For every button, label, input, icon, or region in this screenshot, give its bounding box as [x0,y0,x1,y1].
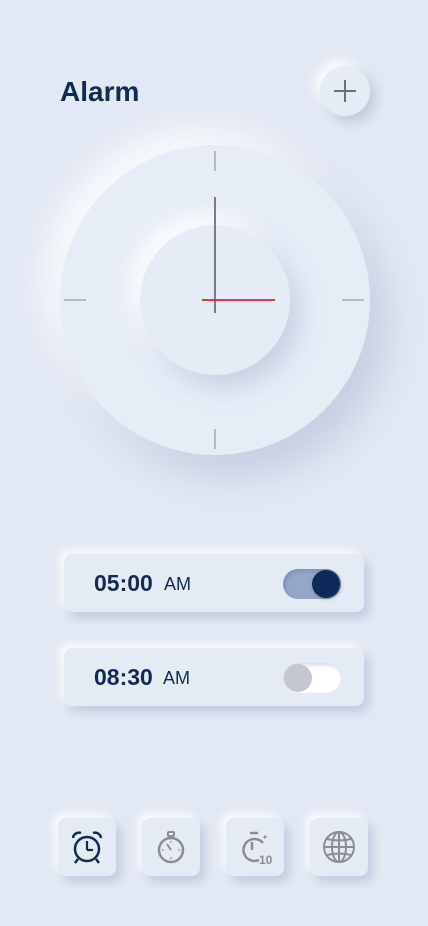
timer-icon: 10 [242,831,273,865]
globe-icon [323,831,355,863]
alarm-clock-icon [71,831,103,864]
nav-timer[interactable]: 10 [226,818,284,876]
stopwatch-icon [157,831,185,864]
alarm-time: 08:30 [94,664,153,690]
timer-label: 10 [259,853,273,865]
alarm-item[interactable]: 05:00 AM [64,554,364,612]
alarm-ampm: AM [164,574,191,594]
clock-hands [64,151,364,449]
nav-stopwatch[interactable] [142,818,200,876]
alarm-toggle[interactable] [283,569,341,599]
alarm-time: 05:00 [94,570,153,596]
nav-alarm[interactable] [58,818,116,876]
alarm-ampm: AM [163,668,190,688]
page-title: Alarm [60,76,140,107]
alarm-item[interactable]: 08:30 AM [64,648,364,706]
nav-world-clock[interactable] [310,818,368,876]
plus-icon [334,80,356,102]
alarm-toggle[interactable] [283,663,341,693]
toggle-knob [284,664,312,692]
toggle-knob [312,570,340,598]
add-alarm-button[interactable] [320,66,370,116]
